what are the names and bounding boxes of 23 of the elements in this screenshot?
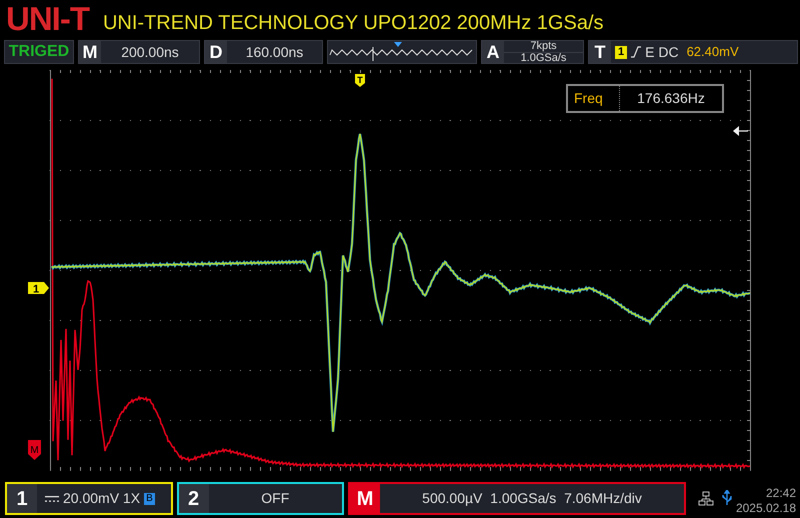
- channel-panel[interactable]: 1 20.00mV 1X B: [5, 482, 173, 515]
- math-marker: M: [28, 440, 41, 460]
- trigger-position-marker: T: [355, 74, 365, 87]
- dc-coupling-icon: [45, 494, 59, 502]
- timebase-control[interactable]: M 200.00ns: [78, 40, 200, 64]
- trigger-level-arrow: [733, 126, 748, 136]
- network-icon: [698, 491, 714, 506]
- usb-icon: [722, 490, 732, 506]
- trigger-control[interactable]: T 1 E DC 62.40mV: [588, 40, 798, 64]
- channel-marker: 1: [28, 282, 49, 296]
- channel-scale: 20.00mV 1X: [63, 489, 140, 508]
- window-title: UNI-TREND TECHNOLOGY UPO1202 200MHz 1GSa/s: [102, 12, 604, 34]
- measurement-readout: Freq 176.636Hz: [566, 84, 724, 113]
- channel-off-panel[interactable]: 2 OFF: [176, 482, 344, 515]
- clock-time: 22:42: [764, 486, 796, 501]
- clock-date: 2025.02.18: [736, 501, 796, 516]
- bandwidth-limit-badge: B: [144, 492, 155, 504]
- rising-edge-icon: [631, 46, 642, 58]
- delay-control[interactable]: D 160.00ns: [204, 40, 323, 64]
- logo: UNI-T: [6, 2, 89, 35]
- acquire-control[interactable]: A 7kpts 1.0GSa/s: [481, 40, 584, 64]
- math-panel[interactable]: M 500.00µV 1.00GSa/s 7.06MHz/div: [348, 482, 686, 515]
- trigger-status: TRIGED: [4, 40, 74, 64]
